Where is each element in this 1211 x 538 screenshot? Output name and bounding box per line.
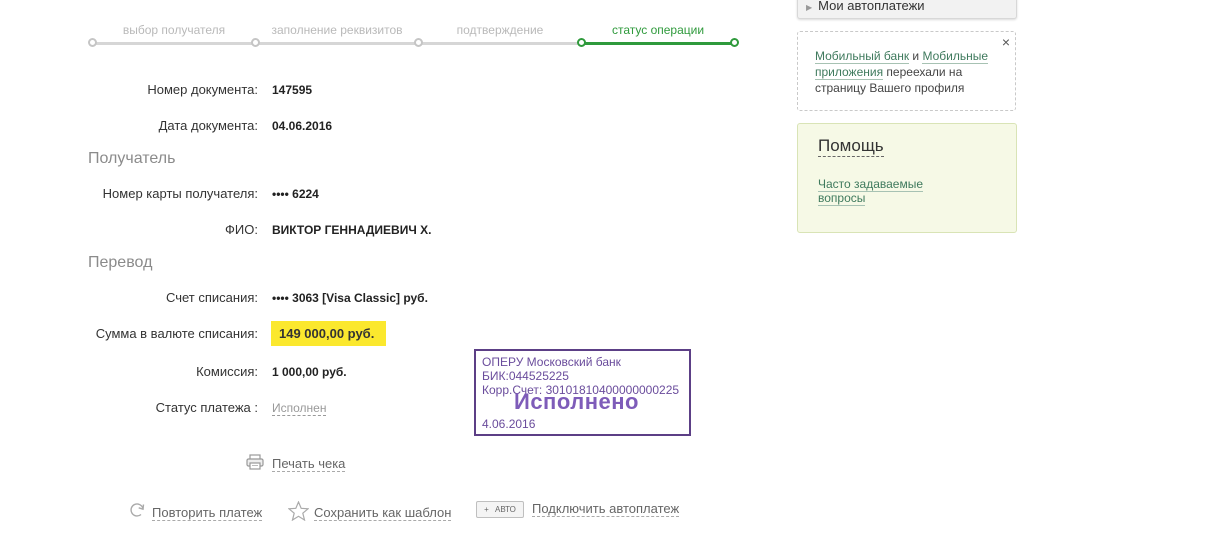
step-dot-3 [414, 38, 423, 47]
star-icon [287, 500, 310, 526]
fee-value: 1 000,00 руб. [272, 365, 347, 379]
auto-badge-text: АВТО [495, 505, 516, 514]
amount-value: 149 000,00 руб. [271, 321, 386, 346]
recipient-name-value: ВИКТОР ГЕННАДИЕВИЧ Х. [272, 223, 432, 237]
step-line-4 [582, 42, 734, 45]
step-dot-1 [88, 38, 97, 47]
step-label-select-recipient: выбор получателя [122, 23, 226, 37]
faq-link-label: Часто задаваемые вопросы [818, 177, 924, 206]
payment-status-link[interactable]: Исполнен [272, 401, 327, 416]
printer-icon [246, 454, 264, 475]
repeat-payment-label: Повторить платеж [152, 504, 263, 521]
my-autopayments-label: Мои автоплатежи [818, 0, 925, 13]
recipient-card-value: •••• 6224 [272, 187, 319, 201]
step-dot-2 [251, 38, 260, 47]
recipient-card-label: Номер карты получателя: [102, 186, 258, 201]
debit-account-value: •••• 3063 [Visa Classic] руб. [272, 291, 428, 305]
bank-stamp: ОПЕРУ Московский банк БИК:044525225 Корр… [474, 349, 691, 436]
mobile-bank-link[interactable]: Мобильный банк [815, 49, 910, 64]
step-line-3 [420, 42, 580, 45]
step-dot-4 [577, 38, 586, 47]
stamp-status: Исполнено [514, 389, 639, 414]
amount-label: Сумма в валюте списания: [95, 326, 258, 341]
stamp-bik: БИК:044525225 [482, 369, 569, 383]
debit-account-label: Счет списания: [165, 290, 258, 305]
document-date-value: 04.06.2016 [272, 119, 333, 133]
save-template-label: Сохранить как шаблон [314, 505, 452, 521]
transfer-section-title: Перевод [88, 254, 153, 271]
fee-label: Комиссия: [196, 364, 258, 379]
document-number-label: Номер документа: [147, 82, 258, 97]
recipient-name-label: ФИО: [225, 222, 258, 237]
help-panel: Помощь Часто задаваемые вопросы [797, 123, 1017, 233]
print-receipt-button[interactable]: Печать чека [246, 454, 346, 475]
step-dot-end [730, 38, 739, 47]
document-number-value: 147595 [272, 83, 313, 97]
stamp-date: 4.06.2016 [482, 417, 536, 431]
repeat-payment-button[interactable]: Повторить платеж [128, 501, 263, 525]
progress-stepper: выбор получателя заполнение реквизитов п… [88, 0, 739, 60]
notice-and-text: и [909, 49, 923, 63]
close-icon[interactable]: × [1002, 34, 1010, 50]
auto-badge-plus: + [484, 505, 489, 514]
repeat-icon [128, 501, 147, 525]
save-template-button[interactable]: Сохранить как шаблон [287, 500, 452, 526]
print-receipt-label: Печать чека [272, 456, 346, 472]
autopay-connect-button[interactable]: + АВТО Подключить автоплатеж [476, 501, 680, 518]
mobile-bank-notice: × Мобильный банк и Мобильные приложения … [797, 31, 1016, 111]
tab-arrow-icon: ▶ [806, 3, 813, 12]
payment-status-label: Статус платежа : [155, 400, 258, 415]
stamp-bank-name: ОПЕРУ Московский банк [482, 355, 621, 369]
step-label-fill-details: заполнение реквизитов [271, 23, 403, 37]
document-date-label: Дата документа: [158, 118, 258, 133]
recipient-section-title: Получатель [88, 150, 176, 167]
help-title[interactable]: Помощь [818, 136, 884, 157]
my-autopayments-tab[interactable]: ▶ Мои автоплатежи [797, 0, 1017, 19]
step-label-confirmation: подтверждение [456, 23, 544, 37]
step-label-operation-status: статус операции [611, 23, 705, 37]
step-line-2 [258, 42, 418, 45]
autopay-connect-label: Подключить автоплатеж [532, 501, 680, 517]
auto-badge-icon: + АВТО [476, 501, 524, 518]
faq-link[interactable]: Часто задаваемые вопросы [818, 177, 938, 206]
step-line-1 [96, 42, 256, 45]
